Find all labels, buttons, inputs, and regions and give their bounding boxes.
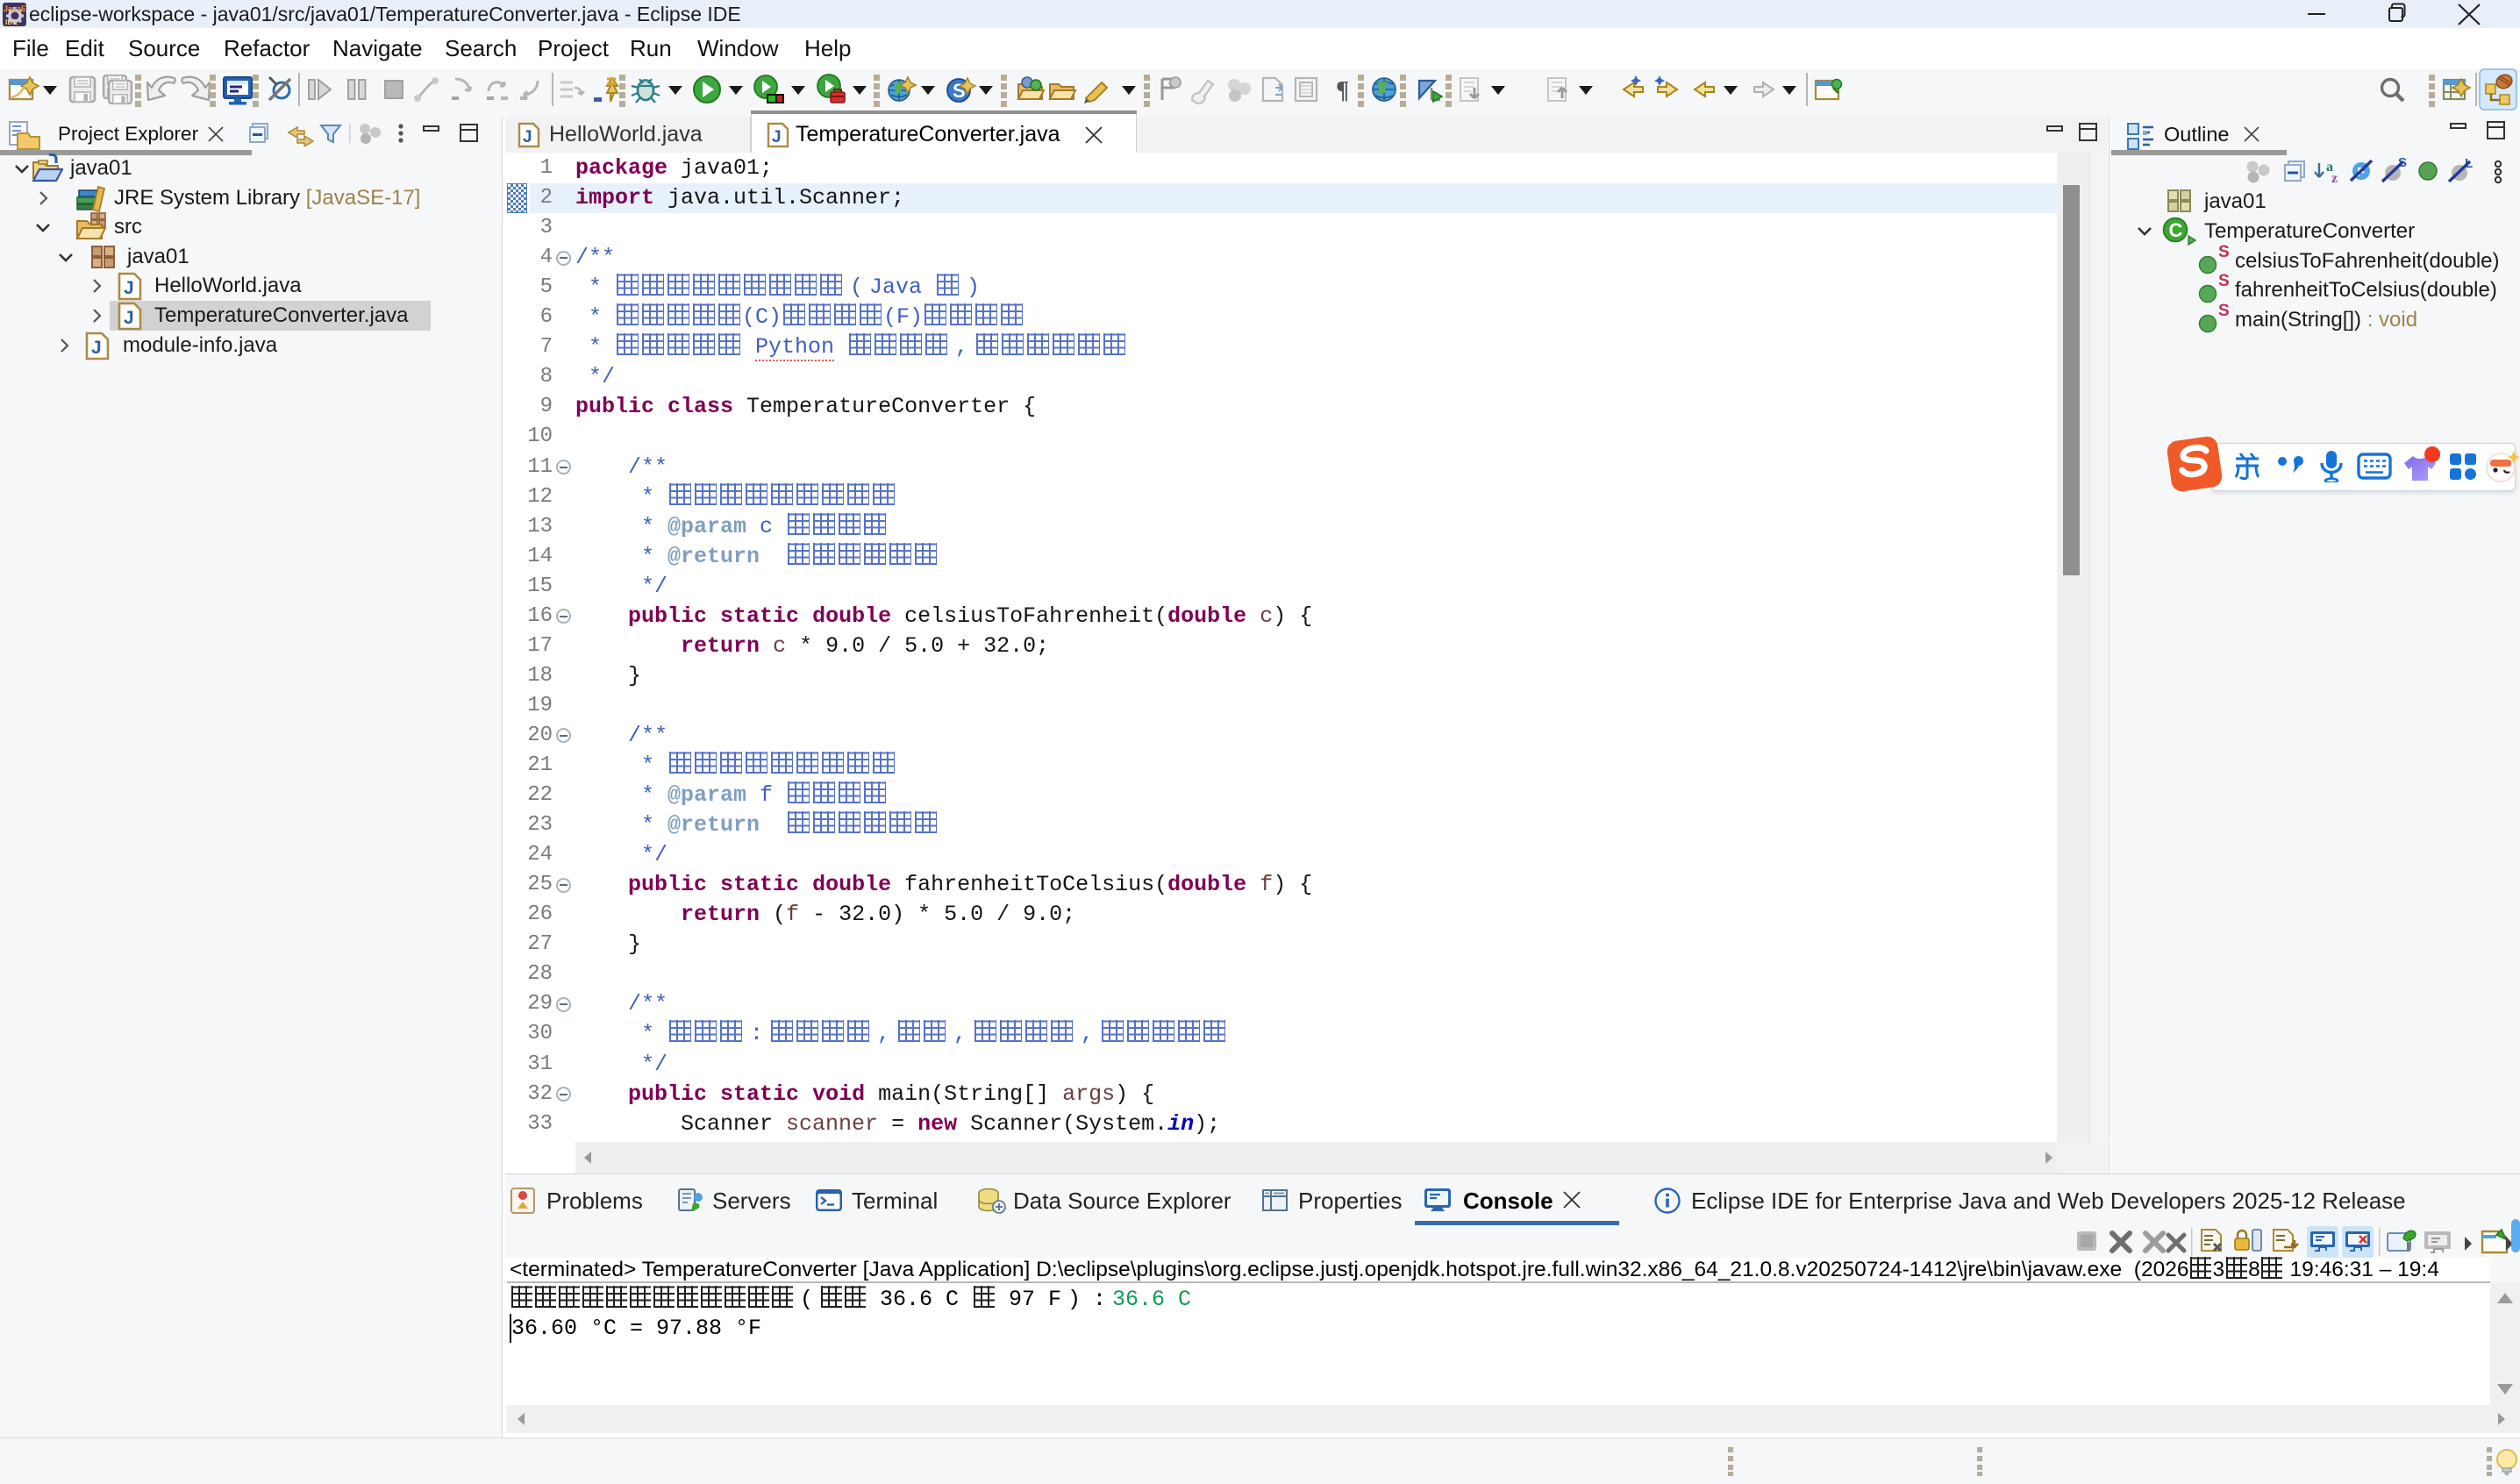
svg-text:J: J [523,128,532,146]
svg-text:S: S [953,80,966,102]
svg-text:IDE: IDE [5,18,18,26]
svg-text:JavaEE: JavaEE [4,4,26,13]
svg-text:S: S [2218,274,2230,290]
svg-text:J: J [91,338,102,358]
svg-text:C: C [2169,219,2183,241]
svg-text:z: z [2331,171,2338,186]
svg-text:¶: ¶ [1336,77,1349,104]
svg-text:S: S [2218,303,2230,320]
svg-text:J: J [124,278,134,298]
svg-text:S: S [2218,245,2230,261]
svg-text:J: J [772,128,782,146]
svg-text:J: J [124,308,134,328]
